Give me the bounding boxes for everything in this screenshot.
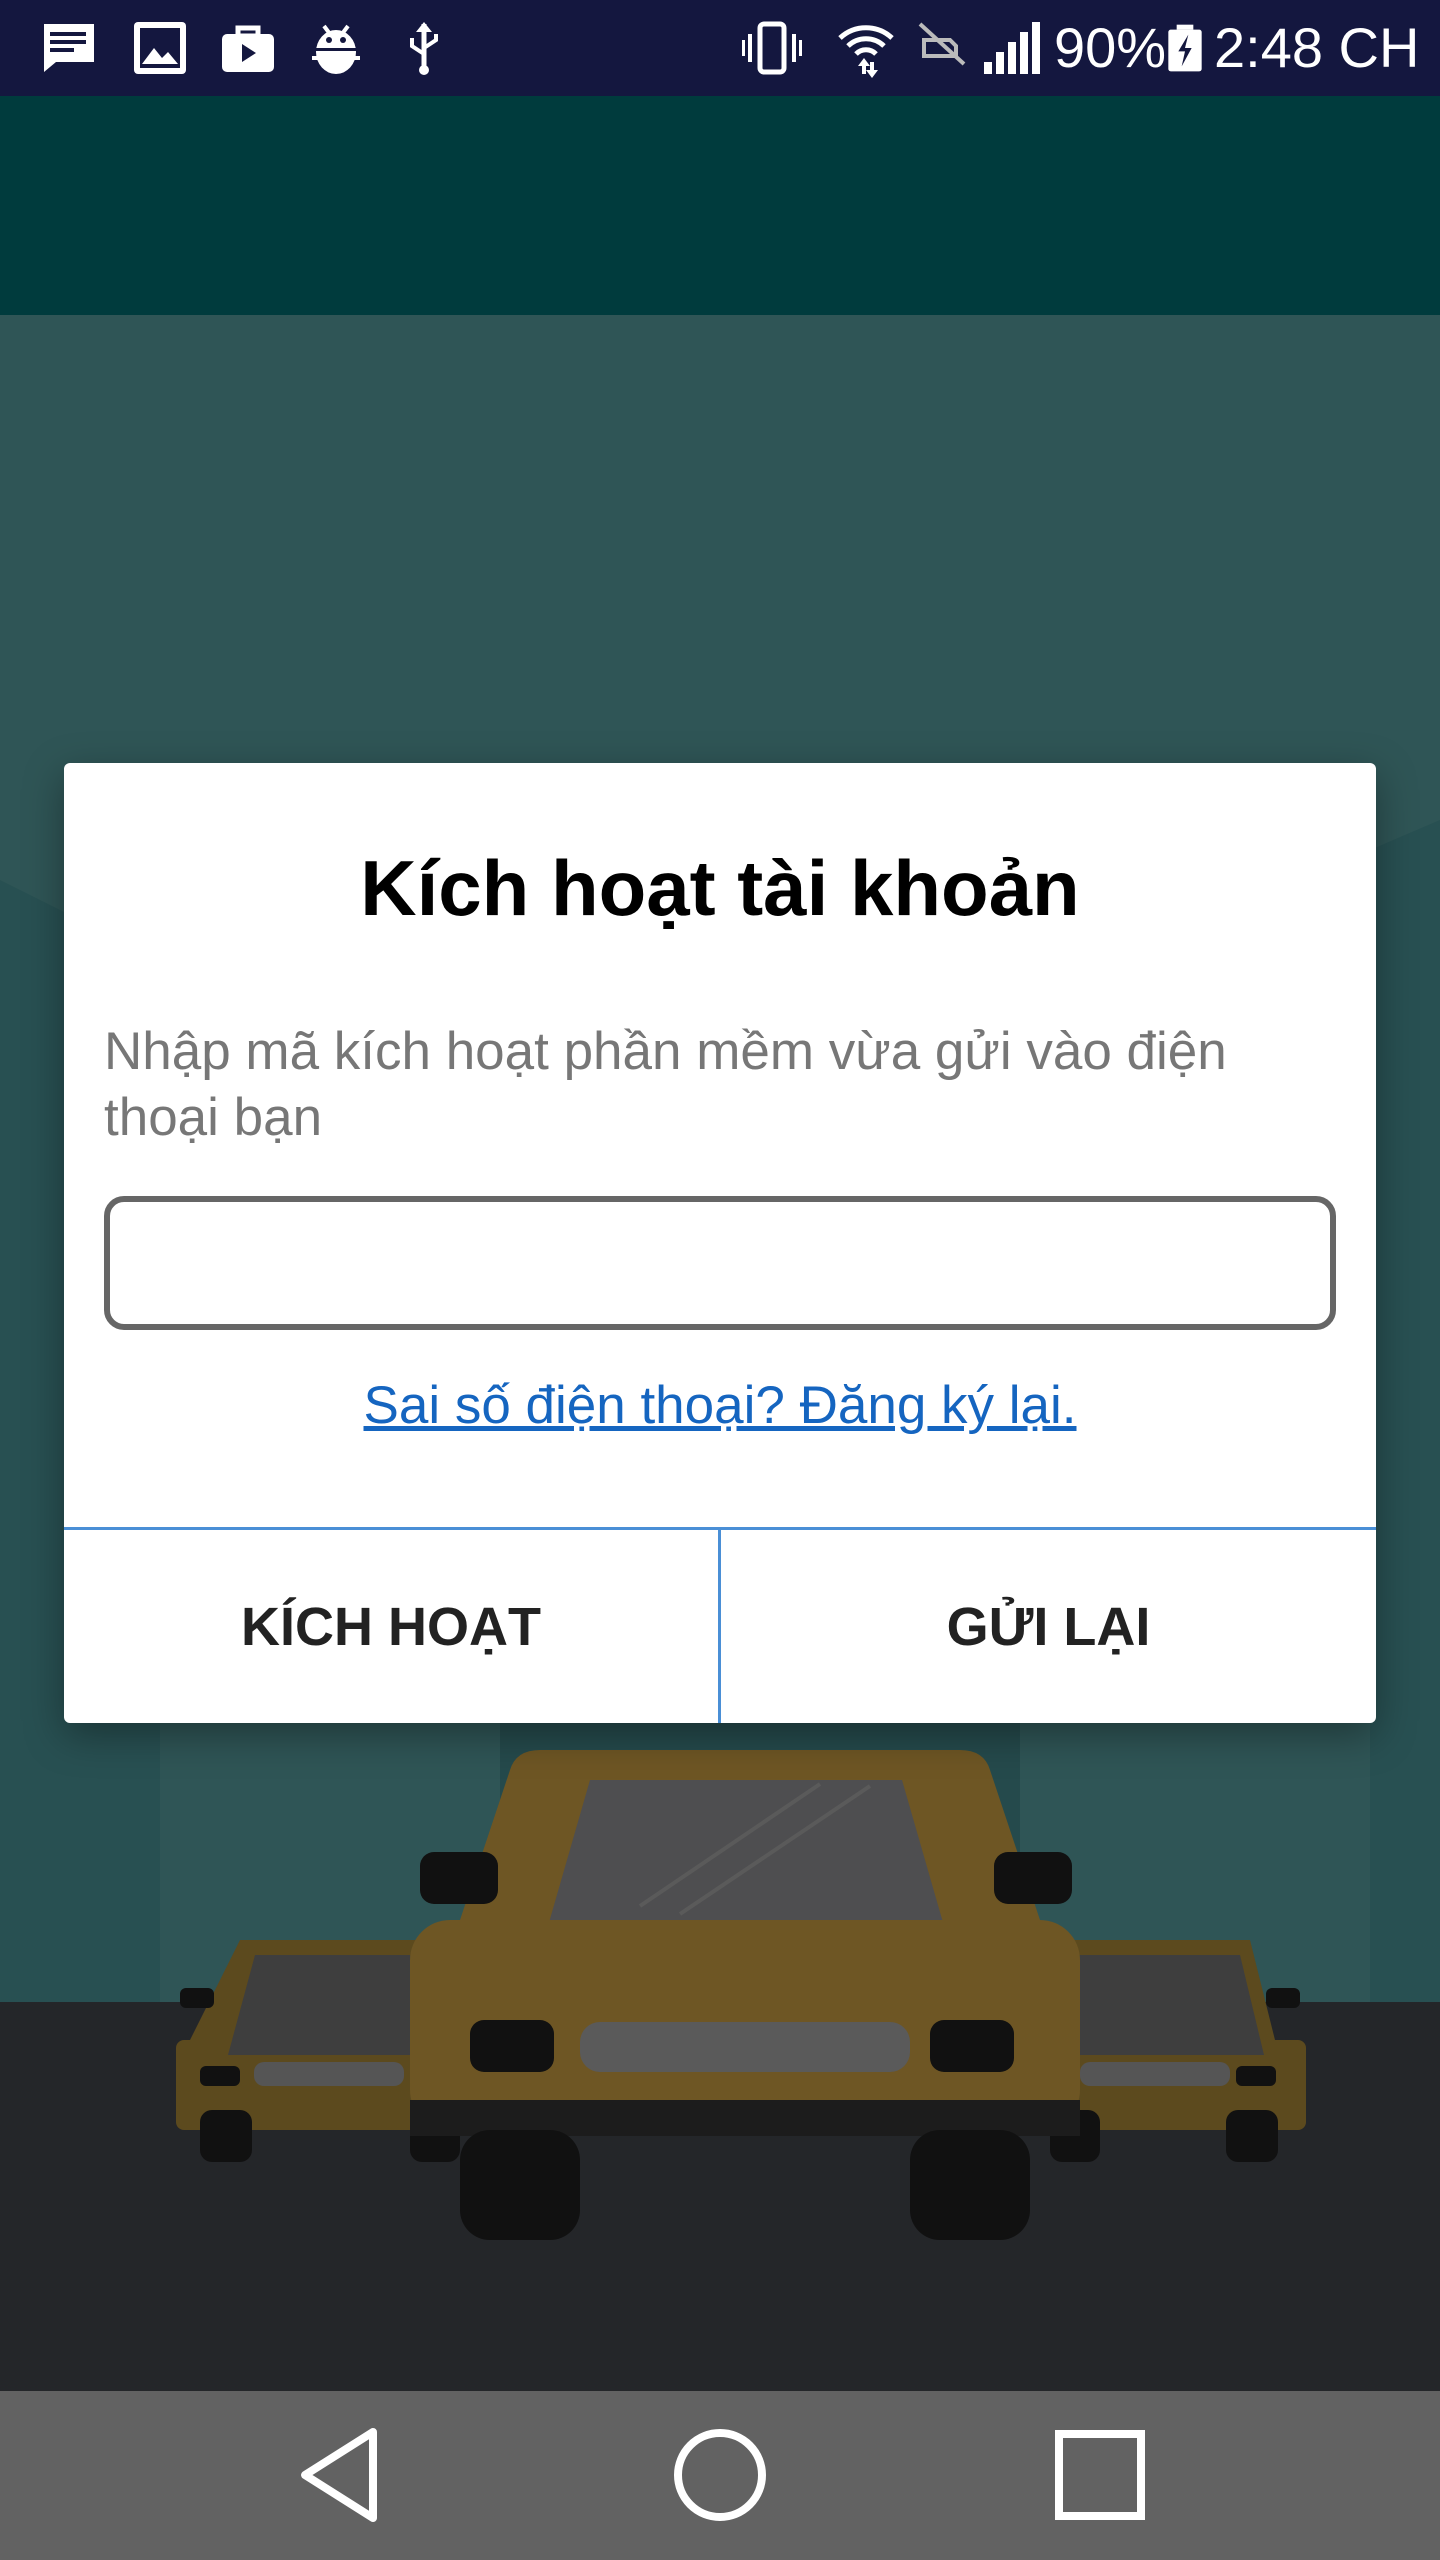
dialog-message: Nhập mã kích hoạt phần mềm vừa gửi vào đ… — [104, 1022, 1227, 1147]
re-register-link[interactable]: Sai số điện thoại? Đăng ký lại. — [64, 1375, 1376, 1436]
home-icon[interactable] — [660, 2419, 780, 2531]
navigation-bar — [0, 2391, 1440, 2560]
battery-charging-icon — [1160, 18, 1210, 78]
dialog-title: Kích hoạt tài khoản — [360, 844, 1080, 932]
battery-percent: 90% — [1054, 16, 1167, 79]
status-bar: 90% 2:48 CH — [0, 0, 1440, 96]
signal-icon — [982, 18, 1042, 78]
wifi-icon — [836, 18, 896, 78]
android-debug-icon — [306, 18, 366, 78]
image-icon — [130, 18, 190, 78]
usb-icon — [394, 18, 454, 78]
clock: 2:48 CH — [1214, 16, 1420, 79]
briefcase-icon — [218, 18, 278, 78]
message-icon — [38, 18, 98, 78]
activation-dialog: Kích hoạt tài khoản Nhập mã kích hoạt ph… — [64, 763, 1376, 1723]
activation-code-input[interactable] — [104, 1196, 1336, 1330]
resend-button[interactable]: GỬI LẠI — [721, 1530, 1376, 1723]
back-icon[interactable] — [280, 2419, 400, 2531]
activate-button[interactable]: KÍCH HOẠT — [64, 1530, 718, 1723]
vibrate-icon — [742, 18, 802, 78]
no-sim-icon — [912, 18, 972, 78]
app-header-background — [0, 96, 1440, 315]
recents-icon[interactable] — [1040, 2419, 1160, 2531]
